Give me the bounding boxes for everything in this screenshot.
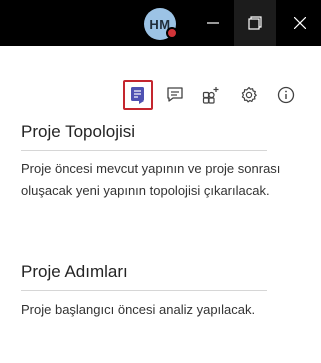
section-body-topology: Proje öncesi mevcut yapının ve proje son… <box>21 161 281 198</box>
divider <box>21 150 267 151</box>
chat-button[interactable] <box>160 80 190 110</box>
notes-button[interactable] <box>123 80 153 110</box>
add-apps-icon <box>202 87 219 104</box>
notes-icon <box>131 87 144 104</box>
add-apps-button[interactable] <box>196 80 226 110</box>
presence-badge-icon <box>166 27 178 39</box>
gear-icon <box>241 86 257 103</box>
section-body-steps: Proje başlangıcı öncesi analiz yapılacak… <box>21 302 256 317</box>
section-title-steps: Proje Adımları <box>21 262 128 281</box>
divider <box>21 290 267 291</box>
info-icon <box>277 86 295 104</box>
minimize-button[interactable] <box>192 0 234 46</box>
details-panel: Proje Topolojisi Proje öncesi mevcut yap… <box>0 46 321 363</box>
close-button[interactable] <box>279 0 321 46</box>
restore-icon <box>248 16 262 30</box>
info-button[interactable] <box>271 80 301 110</box>
restore-button[interactable] <box>234 0 276 46</box>
title-bar: HM <box>0 0 321 46</box>
section-title-topology: Proje Topolojisi <box>21 122 136 141</box>
chat-icon <box>167 87 183 102</box>
minimize-icon <box>207 22 219 24</box>
close-icon <box>294 17 306 29</box>
settings-button[interactable] <box>234 80 264 110</box>
